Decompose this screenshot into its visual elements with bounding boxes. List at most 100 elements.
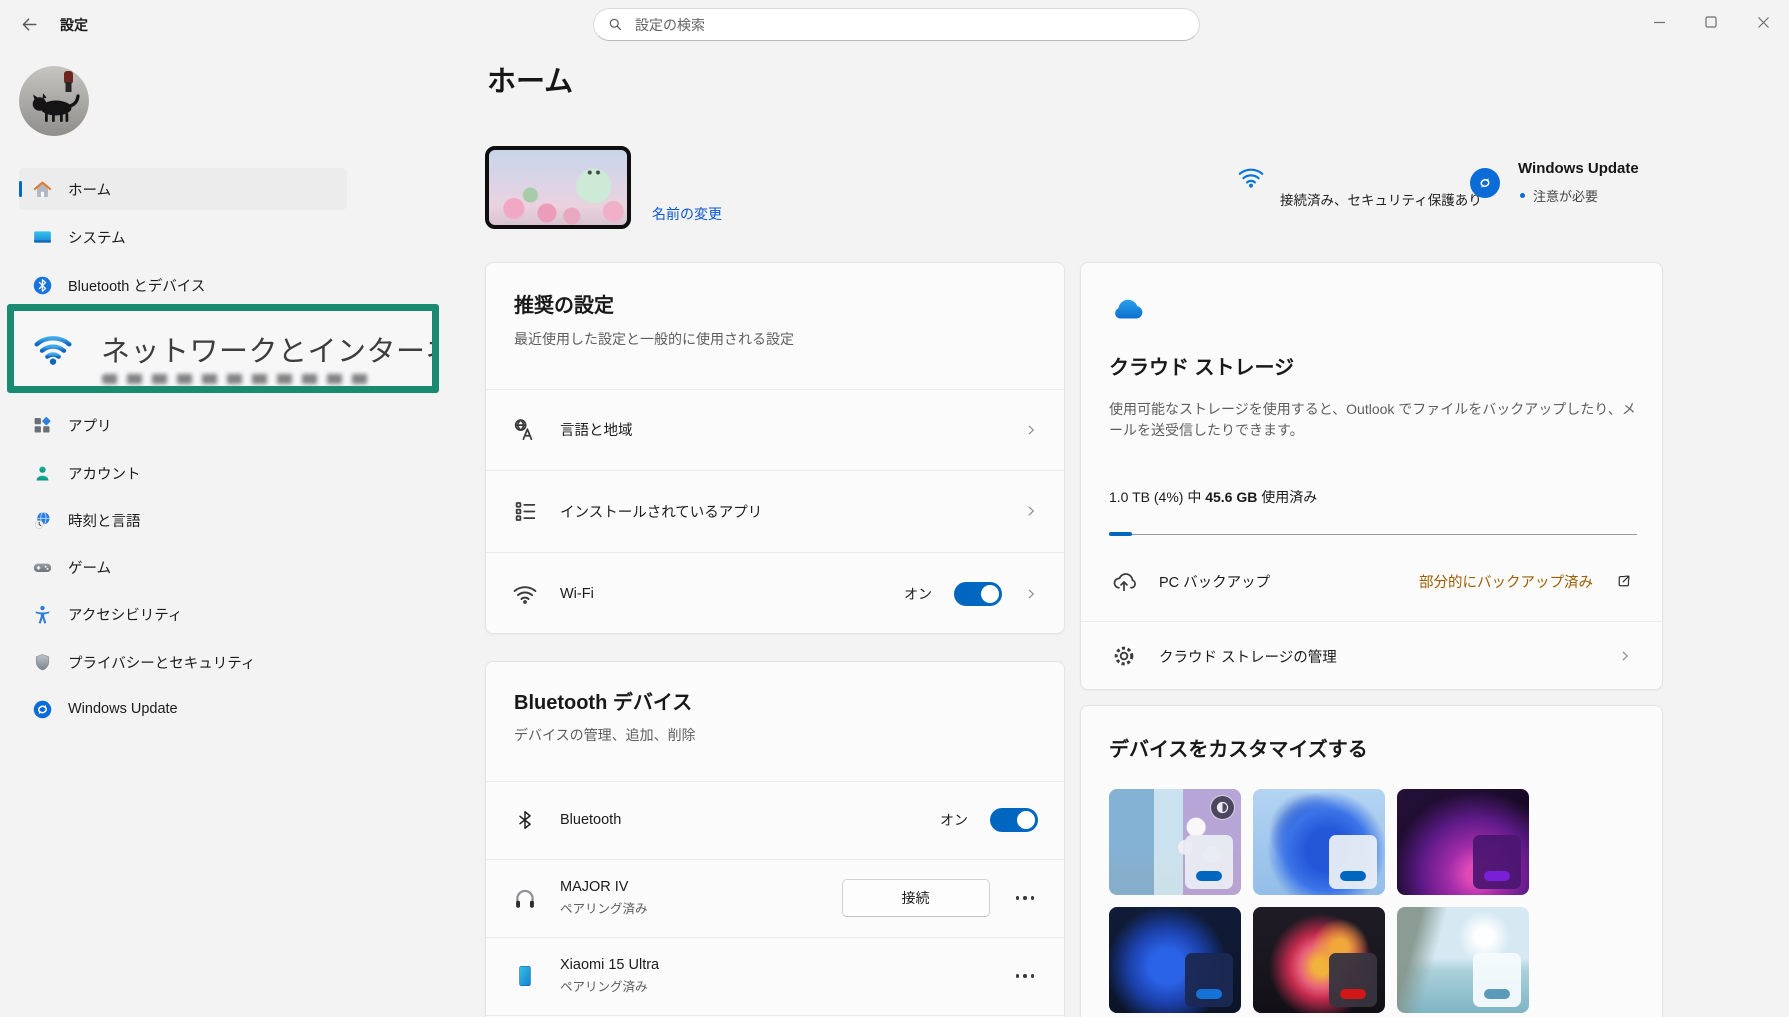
row-label: クラウド ストレージの管理 <box>1159 646 1337 667</box>
chevron-right-icon <box>1024 423 1038 437</box>
row-manage-cloud-storage[interactable]: クラウド ストレージの管理 <box>1081 621 1662 691</box>
title-bar: 設定 <box>0 0 1789 48</box>
back-arrow-icon <box>20 15 39 34</box>
window-controls <box>1633 0 1789 44</box>
row-label: Bluetooth <box>560 812 621 828</box>
sidebar-item-label: Windows Update <box>68 701 178 717</box>
chevron-right-icon <box>1024 587 1038 601</box>
sidebar-item-gaming[interactable]: ゲーム <box>19 546 347 588</box>
sidebar-item-network-highlighted[interactable]: ネットワークとインターネット <box>7 304 439 393</box>
sidebar-item-apps[interactable]: アプリ <box>19 404 347 446</box>
theme-tile-dark-bloom[interactable] <box>1109 907 1241 1013</box>
storage-progress-bar <box>1109 534 1637 535</box>
maximize-button[interactable] <box>1685 0 1737 44</box>
wifi-status-card[interactable]: 接続済み、セキュリティ保護あり <box>1237 165 1467 189</box>
clipped-next-item <box>102 374 370 384</box>
sidebar-item-accounts[interactable]: アカウント <box>19 452 347 494</box>
row-device-major-iv[interactable]: MAJOR IV ペアリング済み 接続 <box>486 859 1064 937</box>
row-bluetooth-toggle[interactable]: Bluetooth オン <box>486 781 1064 859</box>
language-region-icon <box>512 417 538 443</box>
sidebar-item-label: システム <box>68 227 126 248</box>
theme-preview <box>1185 835 1233 889</box>
attention-dot <box>1520 193 1525 198</box>
theme-tile-bloom-auto[interactable] <box>1109 789 1241 895</box>
row-wifi[interactable]: Wi-Fi オン <box>486 552 1064 635</box>
wifi-row-icon <box>512 581 538 607</box>
cloud-icon <box>1111 293 1147 321</box>
user-avatar[interactable] <box>19 66 89 136</box>
accessibility-icon <box>32 604 53 625</box>
usage-suffix: 使用済み <box>1257 489 1317 505</box>
pc-backup-icon <box>1111 568 1137 594</box>
gear-icon <box>1111 643 1137 669</box>
sidebar-item-label: ネットワークとインターネット <box>101 328 439 370</box>
divider <box>486 1015 1064 1016</box>
minimize-button[interactable] <box>1633 0 1685 44</box>
chevron-right-icon <box>1024 504 1038 518</box>
row-label: 言語と地域 <box>560 419 633 440</box>
backup-status-text: 部分的にバックアップ済み <box>1419 571 1593 592</box>
theme-preview <box>1329 953 1377 1007</box>
card-subtitle: 最近使用した設定と一般的に使用される設定 <box>514 329 794 349</box>
device-name: MAJOR IV <box>560 879 648 895</box>
rename-device-link[interactable]: 名前の変更 <box>652 204 722 224</box>
close-button[interactable] <box>1737 0 1789 44</box>
theme-tile-eclipse[interactable] <box>1397 789 1529 895</box>
recommended-settings-card: 推奨の設定 最近使用した設定と一般的に使用される設定 言語と地域 <box>485 262 1065 634</box>
toggle-state-label: オン <box>904 584 932 604</box>
cloud-storage-card: クラウド ストレージ 使用可能なストレージを使用すると、Outlook でファイ… <box>1080 262 1663 690</box>
sidebar-item-home[interactable]: ホーム <box>19 168 347 210</box>
sidebar-item-label: アクセシビリティ <box>68 604 182 625</box>
back-button[interactable] <box>12 10 46 38</box>
app-title: 設定 <box>60 15 88 35</box>
search-input[interactable] <box>633 16 1185 34</box>
card-title: 推奨の設定 <box>514 289 614 318</box>
more-options-icon[interactable] <box>1012 890 1039 906</box>
wifi-icon <box>33 332 73 366</box>
settings-window: 設定 <box>0 0 1789 1017</box>
theme-tile-flower[interactable] <box>1253 907 1385 1013</box>
bluetooth-icon <box>32 275 53 296</box>
row-device-xiaomi[interactable]: Xiaomi 15 Ultra ペアリング済み <box>486 937 1064 1015</box>
toggle-knob <box>1017 811 1035 829</box>
wifi-status-text: 接続済み、セキュリティ保護あり <box>1280 189 1482 209</box>
row-pc-backup[interactable]: PC バックアップ 部分的にバックアップ済み <box>1081 541 1662 621</box>
search-box[interactable] <box>593 8 1200 41</box>
more-options-icon[interactable] <box>1012 968 1039 984</box>
sidebar-item-label: ゲーム <box>68 557 111 578</box>
sidebar-item-bluetooth-devices[interactable]: Bluetooth とデバイス <box>19 264 347 306</box>
sidebar-item-label: プライバシーとセキュリティ <box>68 652 255 673</box>
headphones-icon <box>512 885 538 911</box>
device-name: Xiaomi 15 Ultra <box>560 957 659 973</box>
row-language-region[interactable]: 言語と地域 <box>486 389 1064 470</box>
bluetooth-toggle[interactable] <box>990 808 1038 832</box>
row-label: インストールされているアプリ <box>560 501 762 522</box>
theme-tile-beach[interactable] <box>1397 907 1529 1013</box>
theme-tile-light-bloom[interactable] <box>1253 789 1385 895</box>
storage-usage-text: 1.0 TB (4%) 中 45.6 GB 使用済み <box>1109 487 1317 507</box>
device-thumbnail <box>485 146 631 229</box>
sidebar-item-accessibility[interactable]: アクセシビリティ <box>19 593 347 635</box>
windows-update-status-title: Windows Update <box>1518 160 1639 177</box>
sidebar-item-system[interactable]: システム <box>19 216 347 258</box>
bluetooth-devices-card: Bluetooth デバイス デバイスの管理、追加、削除 Bluetooth オ… <box>485 661 1065 1017</box>
system-icon <box>32 227 53 248</box>
sidebar-item-time-language[interactable]: 時刻と言語 <box>19 499 347 541</box>
account-icon <box>32 463 53 484</box>
toggle-knob <box>981 585 999 603</box>
row-label: Wi-Fi <box>560 586 594 602</box>
row-installed-apps[interactable]: インストールされているアプリ <box>486 470 1064 552</box>
auto-theme-badge-icon <box>1210 795 1235 820</box>
wifi-status-icon <box>1237 165 1467 189</box>
card-title: Bluetooth デバイス <box>514 686 692 715</box>
device-status: ペアリング済み <box>560 898 648 917</box>
connect-button[interactable]: 接続 <box>842 879 990 917</box>
sidebar-item-privacy-security[interactable]: プライバシーとセキュリティ <box>19 641 347 683</box>
sidebar-item-windows-update[interactable]: Windows Update <box>19 688 347 730</box>
toggle-state-label: オン <box>940 810 968 830</box>
wifi-toggle[interactable] <box>954 582 1002 606</box>
card-title: デバイスをカスタマイズする <box>1109 733 1368 762</box>
bluetooth-glyph-icon <box>512 807 538 833</box>
cloud-description: 使用可能なストレージを使用すると、Outlook でファイルをバックアップしたり… <box>1109 399 1636 441</box>
chevron-right-icon <box>1618 649 1632 663</box>
